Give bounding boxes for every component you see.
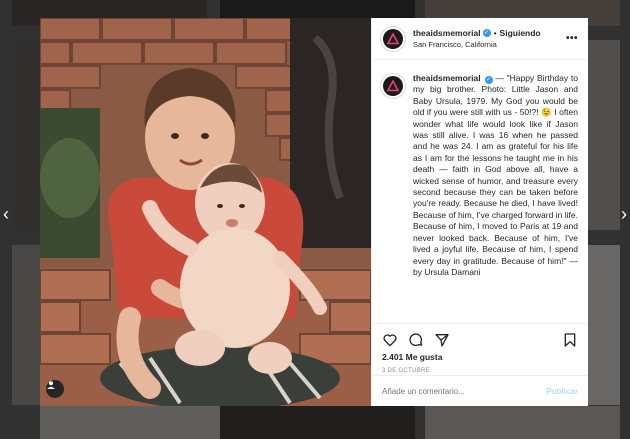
comment-input[interactable] (382, 386, 547, 396)
aids-memorial-logo-icon (387, 32, 399, 44)
previous-post-button[interactable]: ‹ (0, 204, 12, 224)
post-photo[interactable] (40, 18, 371, 406)
aids-memorial-logo-icon (387, 80, 399, 92)
vintage-photo-illustration (40, 18, 371, 406)
post-location[interactable]: San Francisco, California (413, 39, 566, 50)
post-modal: theaidsmemorial ✓ • Siguiendo San Franci… (40, 18, 588, 406)
post-sidebar: theaidsmemorial ✓ • Siguiendo San Franci… (371, 18, 588, 406)
more-options-icon[interactable]: ••• (566, 33, 578, 44)
verified-badge-icon: ✓ (484, 76, 493, 84)
next-post-button[interactable]: › (618, 204, 630, 224)
user-tag-icon[interactable] (46, 380, 64, 398)
avatar[interactable] (380, 25, 406, 52)
post-header: theaidsmemorial ✓ • Siguiendo San Franci… (372, 18, 588, 60)
caption-area: theaidsmemorial ✓ — "Happy Birthday to my… (372, 61, 588, 323)
verified-badge-icon: ✓ (482, 29, 491, 37)
post-username[interactable]: theaidsmemorial (413, 28, 481, 39)
share-icon[interactable] (434, 332, 450, 348)
bookmark-icon[interactable] (562, 332, 578, 348)
caption-text: — "Happy Birthday to my big brother. Pho… (413, 73, 578, 277)
separator-dot: • (493, 27, 497, 38)
caption-username[interactable]: theaidsmemorial (413, 73, 481, 83)
post-date[interactable]: 3 DE OCTUBRE (382, 368, 578, 374)
follow-status-button[interactable]: Siguiendo (500, 28, 541, 39)
comment-icon[interactable] (408, 332, 424, 348)
post-caption: theaidsmemorial ✓ — "Happy Birthday to my… (413, 73, 578, 323)
publish-button[interactable]: Publicar (546, 387, 578, 396)
comment-row: Publicar (372, 375, 588, 406)
caption-avatar[interactable] (380, 73, 406, 99)
likes-count[interactable]: 2.401 Me gusta (382, 352, 578, 362)
heart-icon[interactable] (382, 332, 398, 348)
